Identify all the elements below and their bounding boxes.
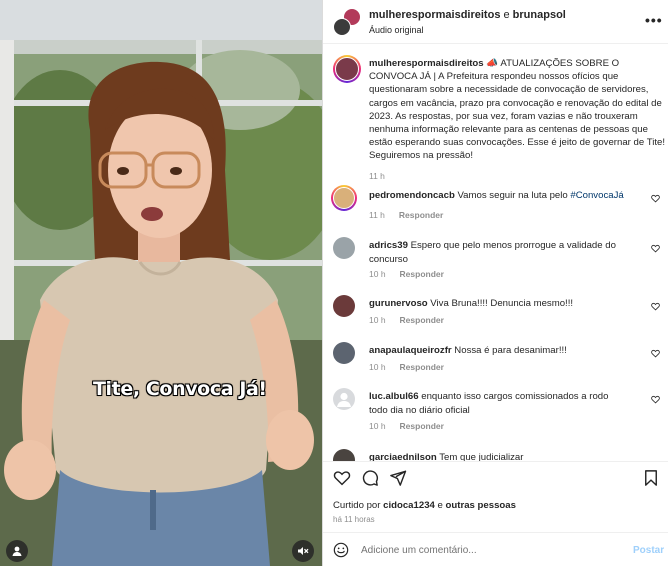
emoji-icon[interactable]	[333, 542, 349, 558]
comment-time: 10 h	[369, 269, 386, 279]
author-link[interactable]: mulherespormaisdireitos	[369, 9, 500, 21]
comment-time: 10 h	[369, 315, 386, 325]
reply-button[interactable]: Responder	[400, 421, 444, 431]
audio-link[interactable]: Áudio original	[369, 25, 424, 35]
comment-bubble-icon[interactable]	[361, 469, 379, 487]
author-link[interactable]: brunapsol	[513, 9, 566, 21]
comment-username[interactable]: gurunervoso	[369, 298, 428, 309]
liker-username[interactable]: cidoca1234	[383, 500, 435, 511]
tagged-users-button[interactable]	[6, 540, 28, 562]
heart-icon[interactable]	[651, 194, 660, 203]
comment-username[interactable]: anapaulaqueirozfr	[369, 345, 452, 356]
comment-text: Tem que judicializar	[436, 452, 524, 461]
avatar[interactable]	[333, 342, 355, 364]
avatar[interactable]	[333, 295, 355, 317]
default-avatar-icon	[337, 392, 351, 407]
reply-button[interactable]: Responder	[400, 362, 444, 372]
caption-username[interactable]: mulherespormaisdireitos	[369, 58, 484, 69]
post-authors: mulherespormaisdireitos e brunapsol	[369, 9, 566, 21]
caption-timestamp: 11 h	[369, 171, 385, 181]
user-icon	[12, 546, 22, 556]
heart-icon[interactable]	[651, 302, 660, 311]
comment-username[interactable]: pedromendoncacb	[369, 190, 455, 201]
comments-list[interactable]: mulherespormaisdireitos 📣 ATUALIZAÇÕES S…	[323, 45, 668, 461]
muted-speaker-icon	[298, 547, 309, 555]
bookmark-icon[interactable]	[643, 469, 659, 487]
heart-icon[interactable]	[651, 349, 660, 358]
collaborator-avatars[interactable]	[333, 8, 361, 36]
video-overlay-text: Tite, Convoca Já!	[93, 378, 267, 400]
avatar[interactable]	[331, 185, 357, 211]
avatar[interactable]	[333, 237, 355, 259]
comment-text: Vamos seguir na luta pelo	[454, 190, 571, 201]
reply-button[interactable]: Responder	[400, 315, 444, 325]
comment-input[interactable]	[361, 541, 601, 559]
reply-button[interactable]: Responder	[399, 210, 443, 220]
avatar[interactable]	[333, 388, 355, 410]
avatar	[333, 18, 351, 36]
likes-others[interactable]: outras pessoas	[446, 500, 516, 511]
comment-text: Nossa é para desanimar!!!	[451, 345, 567, 356]
heart-icon[interactable]	[651, 395, 660, 404]
reply-button[interactable]: Responder	[400, 269, 444, 279]
share-send-icon[interactable]	[389, 469, 407, 487]
video-frame	[0, 0, 322, 566]
likes-summary[interactable]: Curtido por cidoca1234 e outras pessoas	[333, 500, 516, 511]
post-actions: Curtido por cidoca1234 e outras pessoas …	[323, 461, 668, 531]
comment-time: 10 h	[369, 421, 386, 431]
post-comment-button[interactable]: Postar	[633, 545, 664, 556]
comment-username[interactable]: luc.albul66	[369, 391, 419, 402]
heart-icon[interactable]	[651, 244, 660, 253]
post-timestamp: há 11 horas	[333, 515, 375, 524]
more-options-icon[interactable]: •••	[645, 12, 663, 28]
post-header: mulherespormaisdireitos e brunapsol Áudi…	[323, 0, 668, 44]
hashtag-link[interactable]: #ConvocaJá	[570, 190, 623, 201]
mute-button[interactable]	[292, 540, 314, 562]
comment-username[interactable]: adrics39	[369, 240, 408, 251]
comment-composer: Postar	[323, 532, 668, 566]
post-details-panel: mulherespormaisdireitos e brunapsol Áudi…	[322, 0, 668, 566]
comment-username[interactable]: garciaednilson	[369, 452, 437, 461]
caption-body: 📣 ATUALIZAÇÕES SOBRE O CONVOCA JÁ | A Pr…	[369, 58, 665, 162]
comment-text: Viva Bruna!!!! Denuncia mesmo!!!	[427, 298, 574, 309]
reel-video[interactable]: Tite, Convoca Já!	[0, 0, 322, 566]
author-avatar[interactable]	[333, 55, 361, 83]
like-heart-icon[interactable]	[333, 469, 351, 487]
comment-time: 10 h	[369, 362, 386, 372]
comment-time: 11 h	[369, 210, 385, 220]
avatar[interactable]	[333, 449, 355, 461]
